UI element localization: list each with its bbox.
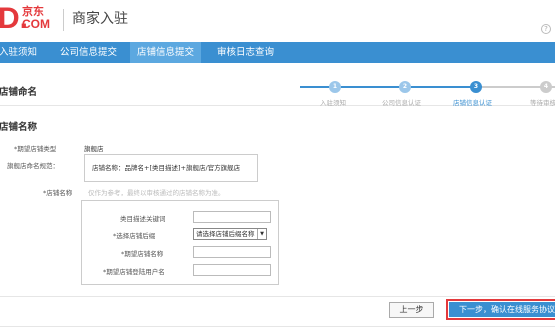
category-keyword-label: 类目描述关键词 [120,215,166,223]
select-suffix-label: *选择店铺后缀 [113,232,156,240]
bottom-divider [0,326,555,327]
nav-item-store-info[interactable]: 店铺信息提交 [130,42,202,63]
jd-logo-com: COM [22,17,50,31]
expected-login-input[interactable] [193,264,271,276]
step-1-icon: 1 [329,81,341,93]
step-progress-done [300,86,476,88]
header: D. 京东 COM 商家入驻 ? [0,0,555,42]
step-4-icon: 4 [540,81,552,93]
next-button-highlight: 下一步，确认在线服务协议 [446,299,555,320]
section-header: 店铺命名 1 2 3 4 入驻须知 公司信息认证 店铺信息认证 等待审核 [0,72,555,107]
store-name-hint: 仅作为参考，最终以审核通过的店铺名称为准。 [88,189,225,197]
store-name-label: *店铺名称 [43,189,73,197]
expected-type-value: 旗舰店 [84,145,104,153]
step-3-icon: 3 [470,81,482,93]
top-nav: 入驻须知 公司信息提交 店铺信息提交 审核日志查询 [0,42,555,63]
chevron-down-icon: ▼ [257,229,266,239]
step-3-label: 店铺信息认证 [453,99,492,107]
nav-item-company-info[interactable]: 公司信息提交 [53,42,124,63]
nav-item-entry-notice[interactable]: 入驻须知 [0,42,44,63]
naming-rule-label: 旗舰店命名规范： [7,162,59,170]
expected-login-label: *期望店铺登陆用户名 [103,268,165,276]
category-keyword-input[interactable] [193,211,271,223]
prev-button[interactable]: 上一步 [389,302,434,318]
step-1-label: 入驻须知 [320,99,346,107]
logo-divider [63,9,64,31]
naming-rule-box: 店铺名称：品牌名+[类目描述]+旗舰店/官方旗舰店 [84,154,258,182]
nav-item-audit-log[interactable]: 审核日志查询 [210,42,281,63]
step-2-label: 公司信息认证 [382,99,421,107]
expected-type-label: *期望店铺类型 [14,145,57,153]
step-4-label: 等待审核 [530,99,555,107]
next-button[interactable]: 下一步，确认在线服务协议 [449,302,555,317]
expected-name-input[interactable] [193,246,271,258]
help-icon[interactable]: ? [541,24,551,34]
section-title: 店铺命名 [0,87,38,98]
store-suffix-select[interactable]: 请选择店铺后缀名称 ▼ [193,228,267,240]
expected-name-label: *期望店铺名称 [121,250,164,258]
site-title: 商家入驻 [72,11,128,27]
store-suffix-value: 请选择店铺后缀名称 [196,230,255,238]
form-title: 店铺名称 [0,122,38,133]
step-2-icon: 2 [399,81,411,93]
divider [0,296,555,297]
